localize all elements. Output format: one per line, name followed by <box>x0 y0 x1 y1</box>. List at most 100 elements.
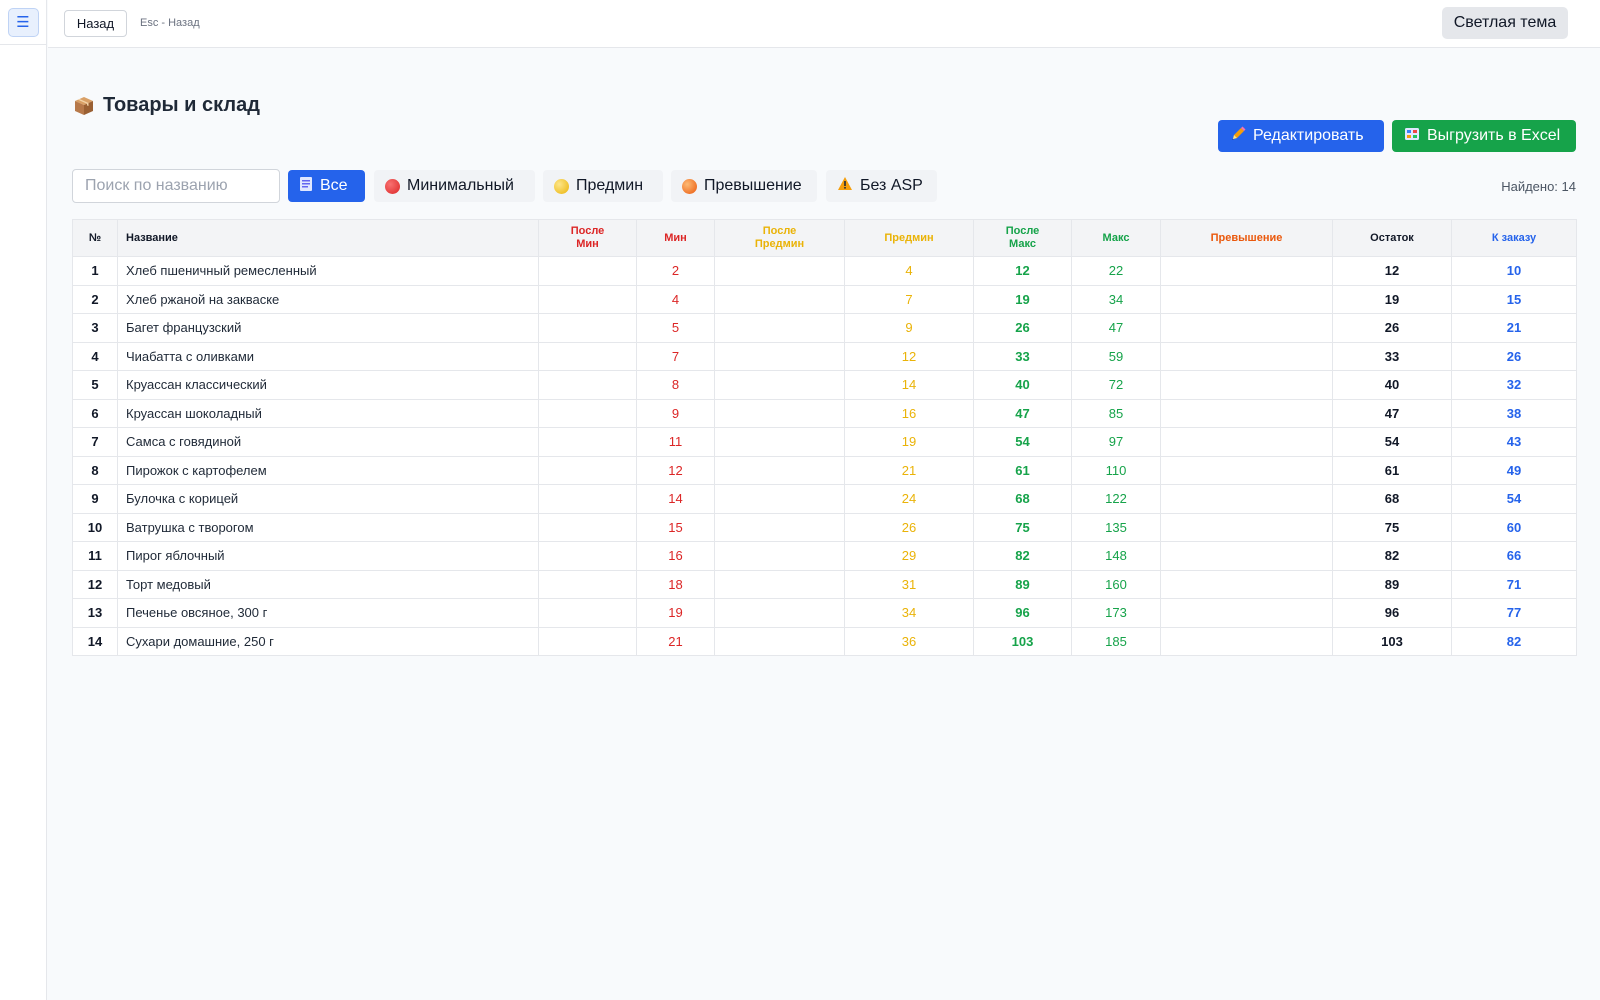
cell-min: 16 <box>636 541 715 571</box>
edit-button[interactable]: Редактировать <box>1218 120 1384 152</box>
cell-max: 72 <box>1071 370 1161 400</box>
filter-excess-label: Превышение <box>704 177 802 194</box>
cell-name: Торт медовый <box>117 569 539 599</box>
cell-after-max: 33 <box>973 341 1072 371</box>
table-row[interactable]: 2 Хлеб ржаной на закваске 4 7 19 34 19 15 <box>72 284 1577 314</box>
cell-name: Пирожок с картофелем <box>117 455 539 485</box>
cell-order: 43 <box>1451 427 1577 457</box>
table-row[interactable]: 9 Булочка с корицей 14 24 68 122 68 54 <box>72 484 1577 514</box>
cell-min: 8 <box>636 370 715 400</box>
table-row[interactable]: 11 Пирог яблочный 16 29 82 148 82 66 <box>72 541 1577 571</box>
cell-order: 71 <box>1451 569 1577 599</box>
cell-excess <box>1160 455 1333 485</box>
cell-premin: 9 <box>844 313 974 343</box>
cell-max: 173 <box>1071 598 1161 628</box>
filter-premin-button[interactable]: Предмин <box>543 170 663 202</box>
col-header-order[interactable]: К заказу <box>1451 219 1577 257</box>
sidebar-header: ☰ <box>0 0 46 45</box>
cell-max: 160 <box>1071 569 1161 599</box>
cell-after-min <box>538 598 637 628</box>
cell-premin: 4 <box>844 256 974 286</box>
cell-num: 13 <box>72 598 118 628</box>
cell-stock: 12 <box>1332 256 1452 286</box>
cell-after-premin <box>714 398 845 428</box>
search-input[interactable] <box>72 169 280 203</box>
cell-after-max: 82 <box>973 541 1072 571</box>
col-header-max[interactable]: Макс <box>1071 219 1161 257</box>
filter-noasp-button[interactable]: Без ASP <box>826 170 937 202</box>
table-row[interactable]: 12 Торт медовый 18 31 89 160 89 71 <box>72 569 1577 599</box>
cell-max: 148 <box>1071 541 1161 571</box>
cell-stock: 68 <box>1332 484 1452 514</box>
cell-excess <box>1160 484 1333 514</box>
table-row[interactable]: 4 Чиабатта с оливками 7 12 33 59 33 26 <box>72 341 1577 371</box>
cell-after-premin <box>714 370 845 400</box>
col-header-after-premin[interactable]: После Предмин <box>714 219 845 257</box>
cell-order: 38 <box>1451 398 1577 428</box>
cell-order: 82 <box>1451 626 1577 656</box>
cell-premin: 19 <box>844 427 974 457</box>
col-header-stock[interactable]: Остаток <box>1332 219 1452 257</box>
cell-excess <box>1160 626 1333 656</box>
cell-name: Булочка с корицей <box>117 484 539 514</box>
theme-toggle-button[interactable]: Светлая тема <box>1442 7 1568 39</box>
col-header-excess[interactable]: Превышение <box>1160 219 1333 257</box>
pencil-icon <box>1230 126 1246 147</box>
col-header-min[interactable]: Мин <box>636 219 715 257</box>
cell-after-max: 47 <box>973 398 1072 428</box>
col-header-num[interactable]: № <box>72 219 118 257</box>
table-row[interactable]: 3 Багет французский 5 9 26 47 26 21 <box>72 313 1577 343</box>
cell-num: 10 <box>72 512 118 542</box>
cell-after-premin <box>714 341 845 371</box>
cell-premin: 34 <box>844 598 974 628</box>
cell-after-min <box>538 427 637 457</box>
filter-min-button[interactable]: Минимальный <box>374 170 535 202</box>
table-row[interactable]: 5 Круассан классический 8 14 40 72 40 32 <box>72 370 1577 400</box>
table-row[interactable]: 7 Самса с говядиной 11 19 54 97 54 43 <box>72 427 1577 457</box>
table-body: 1 Хлеб пшеничный ремесленный 2 4 12 22 12 10 2 Хл… <box>72 256 1577 656</box>
cell-max: 85 <box>1071 398 1161 428</box>
filter-all-label: Все <box>320 177 348 194</box>
cell-name: Печенье овсяное, 300 г <box>117 598 539 628</box>
cell-name: Багет французский <box>117 313 539 343</box>
filter-all-button[interactable]: Все <box>288 170 365 202</box>
cell-max: 34 <box>1071 284 1161 314</box>
cell-after-premin <box>714 541 845 571</box>
back-button[interactable]: Назад <box>64 10 127 37</box>
cell-after-min <box>538 370 637 400</box>
export-excel-button[interactable]: Выгрузить в Excel <box>1392 120 1576 152</box>
cell-excess <box>1160 313 1333 343</box>
filter-noasp-label: Без ASP <box>860 177 923 194</box>
cell-premin: 24 <box>844 484 974 514</box>
cell-num: 1 <box>72 256 118 286</box>
cell-name: Самса с говядиной <box>117 427 539 457</box>
table-row[interactable]: 13 Печенье овсяное, 300 г 19 34 96 173 96 77 <box>72 598 1577 628</box>
cell-num: 5 <box>72 370 118 400</box>
filter-excess-button[interactable]: Превышение <box>671 170 817 202</box>
sidebar: ☰ <box>0 0 47 1000</box>
cell-num: 6 <box>72 398 118 428</box>
cell-after-max: 12 <box>973 256 1072 286</box>
col-header-premin[interactable]: Предмин <box>844 219 974 257</box>
table-row[interactable]: 10 Ватрушка с творогом 15 26 75 135 75 60 <box>72 512 1577 542</box>
cell-after-max: 89 <box>973 569 1072 599</box>
cell-min: 18 <box>636 569 715 599</box>
cell-after-max: 103 <box>973 626 1072 656</box>
yellow-circle-icon <box>554 178 569 194</box>
cell-order: 32 <box>1451 370 1577 400</box>
col-header-after-max[interactable]: После Макс <box>973 219 1072 257</box>
table-row[interactable]: 1 Хлеб пшеничный ремесленный 2 4 12 22 12 10 <box>72 256 1577 286</box>
cell-excess <box>1160 541 1333 571</box>
menu-icon[interactable]: ☰ <box>7 7 39 37</box>
cell-num: 7 <box>72 427 118 457</box>
cell-max: 185 <box>1071 626 1161 656</box>
col-header-after-min[interactable]: После Мин <box>538 219 637 257</box>
cell-min: 12 <box>636 455 715 485</box>
table-row[interactable]: 6 Круассан шоколадный 9 16 47 85 47 38 <box>72 398 1577 428</box>
cell-premin: 31 <box>844 569 974 599</box>
table-row[interactable]: 8 Пирожок с картофелем 12 21 61 110 61 49 <box>72 455 1577 485</box>
col-header-name[interactable]: Название <box>117 219 539 257</box>
table-row[interactable]: 14 Сухари домашние, 250 г 21 36 103 185 103 82 <box>72 626 1577 656</box>
red-circle-icon <box>385 178 400 194</box>
cell-order: 60 <box>1451 512 1577 542</box>
